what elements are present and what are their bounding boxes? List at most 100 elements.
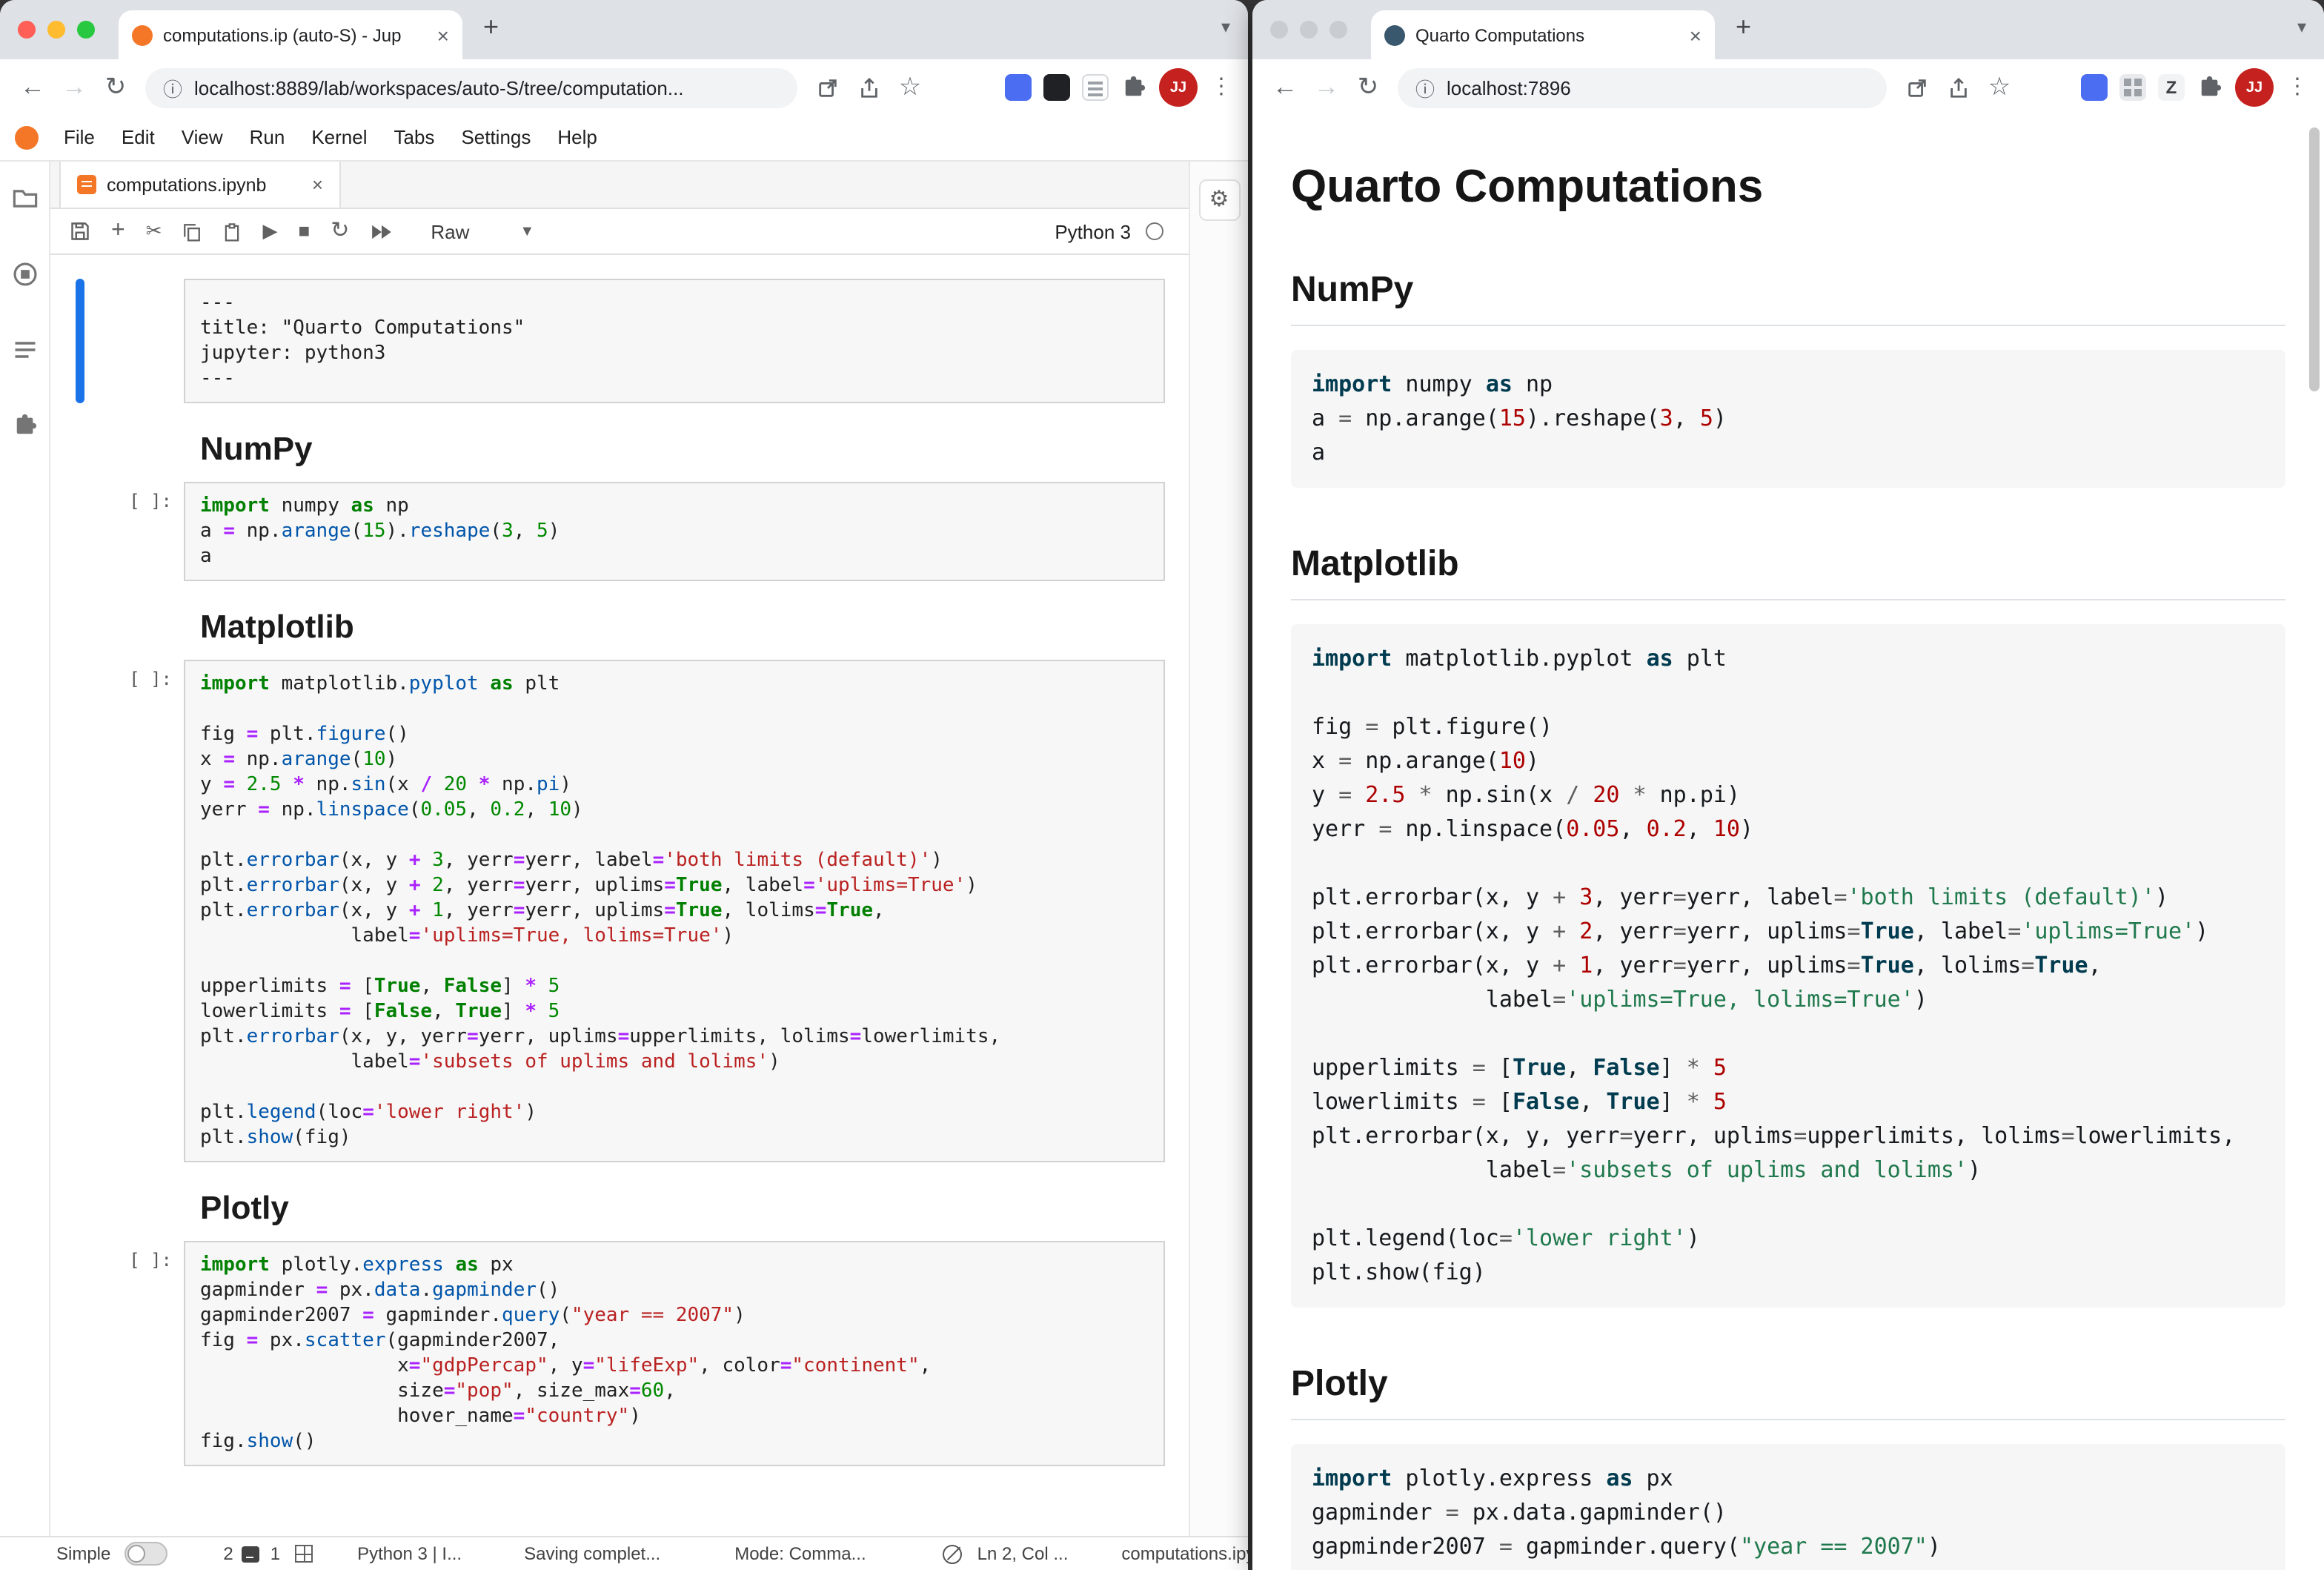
- code-line: y = 2.5 * np.sin(x / 20 * np.pi): [200, 772, 1149, 798]
- kernels-count[interactable]: 1: [270, 1543, 280, 1564]
- notebook-mode[interactable]: Mode: Comma...: [734, 1543, 866, 1564]
- interrupt-kernel-icon[interactable]: ■: [299, 219, 311, 243]
- notebook-tab[interactable]: computations.ipynb ×: [59, 162, 341, 208]
- cell-code-plotly[interactable]: [ ]: import plotly.express as pxgapminde…: [76, 1241, 1165, 1466]
- new-tab-button[interactable]: +: [483, 12, 499, 43]
- copy-cell-icon[interactable]: [183, 222, 202, 241]
- cell-editor[interactable]: import plotly.express as pxgapminder = p…: [184, 1241, 1165, 1466]
- settings-gear-icon[interactable]: ⚙: [1198, 179, 1240, 221]
- paste-cell-icon[interactable]: [223, 222, 242, 241]
- extension-icon-blue[interactable]: [2081, 74, 2108, 101]
- menu-item[interactable]: File: [50, 126, 108, 148]
- close-tab-icon[interactable]: ×: [1690, 24, 1702, 45]
- page-scrollbar[interactable]: [2309, 127, 2320, 391]
- tab-search-chevron-icon[interactable]: ▾: [2297, 16, 2306, 37]
- restart-run-all-icon[interactable]: [370, 223, 392, 239]
- browser-menu-icon[interactable]: ⋮: [1209, 70, 1233, 105]
- extension-icon-dark[interactable]: [1043, 74, 1070, 101]
- fullscreen-window-button[interactable]: [1329, 21, 1347, 39]
- save-icon[interactable]: [70, 221, 90, 242]
- bookmark-star-icon[interactable]: ☆: [1982, 70, 2017, 105]
- open-in-new-icon[interactable]: [809, 70, 845, 105]
- share-icon[interactable]: [1940, 70, 1976, 105]
- profile-avatar[interactable]: JJ: [1159, 68, 1198, 107]
- reload-button[interactable]: ↻: [98, 70, 133, 105]
- back-button[interactable]: ←: [15, 70, 50, 105]
- page-title: Quarto Computations: [1291, 160, 2285, 213]
- forward-button[interactable]: →: [1309, 70, 1344, 105]
- browser-menu-icon[interactable]: ⋮: [2285, 70, 2309, 105]
- address-bar[interactable]: ⓘ localhost:7896: [1398, 67, 1887, 107]
- cell-code-matplotlib[interactable]: [ ]: import matplotlib.pyplot as plt fig…: [76, 660, 1165, 1162]
- open-in-new-icon[interactable]: [1899, 70, 1934, 105]
- code-line: fig = plt.figure(): [1312, 710, 2265, 744]
- menu-item[interactable]: Run: [236, 126, 299, 148]
- section-heading-matplotlib: Matplotlib: [1291, 544, 2285, 600]
- close-notebook-tab-icon[interactable]: ×: [312, 173, 323, 196]
- cell-code-numpy[interactable]: [ ]: import numpy as npa = np.arange(15)…: [76, 482, 1165, 581]
- back-button[interactable]: ←: [1267, 70, 1303, 105]
- menu-item[interactable]: Edit: [108, 126, 168, 148]
- address-bar[interactable]: ⓘ localhost:8889/lab/workspaces/auto-S/t…: [145, 67, 797, 107]
- fullscreen-window-button[interactable]: [77, 21, 95, 39]
- tab-search-chevron-icon[interactable]: ▾: [1221, 16, 1230, 37]
- kernel-sessions-icon[interactable]: [295, 1545, 313, 1563]
- extension-icon-grid[interactable]: [2119, 74, 2146, 101]
- reload-button[interactable]: ↻: [1350, 70, 1386, 105]
- new-tab-button[interactable]: +: [1736, 12, 1751, 43]
- add-cell-icon[interactable]: +: [111, 219, 125, 243]
- kernel-indicator[interactable]: Python 3: [1055, 220, 1163, 242]
- extension-manager-icon[interactable]: [11, 412, 38, 446]
- cell-editor[interactable]: import numpy as npa = np.arange(15).resh…: [184, 482, 1165, 581]
- browser-tab-quarto[interactable]: Quarto Computations ×: [1371, 10, 1715, 59]
- close-window-button[interactable]: [18, 21, 36, 39]
- extension-icon-blue[interactable]: [1005, 74, 1032, 101]
- minimize-window-button[interactable]: [1300, 21, 1318, 39]
- terminal-icon: [242, 1546, 260, 1562]
- code-line: plt.show(fig): [1312, 1256, 2265, 1290]
- extension-icon-z[interactable]: Z: [2158, 74, 2185, 101]
- run-cell-icon[interactable]: ▶: [263, 219, 278, 243]
- terminals-count[interactable]: 2: [223, 1543, 233, 1564]
- site-info-icon[interactable]: ⓘ: [1415, 73, 1435, 102]
- close-tab-icon[interactable]: ×: [437, 24, 449, 45]
- running-kernels-icon[interactable]: [11, 261, 38, 295]
- menu-item[interactable]: View: [168, 126, 236, 148]
- browser-tab-jupyter[interactable]: computations.ip (auto-S) - Jup ×: [119, 10, 462, 59]
- code-line: import plotly.express as px: [1312, 1462, 2265, 1496]
- forward-button[interactable]: →: [56, 70, 92, 105]
- cell-markdown-matplotlib[interactable]: Matplotlib: [76, 594, 1165, 646]
- cut-cell-icon[interactable]: ✂: [146, 219, 162, 243]
- extensions-puzzle-icon[interactable]: [2197, 74, 2223, 101]
- kernel-status[interactable]: Python 3 | I...: [357, 1543, 462, 1564]
- minimize-window-button[interactable]: [47, 21, 65, 39]
- close-window-button[interactable]: [1270, 21, 1288, 39]
- menu-item[interactable]: Tabs: [381, 126, 448, 148]
- cell-markdown-plotly[interactable]: Plotly: [76, 1176, 1165, 1228]
- table-of-contents-icon[interactable]: [11, 337, 38, 371]
- url-text: localhost:8889/lab/workspaces/auto-S/tre…: [194, 76, 684, 99]
- menu-item[interactable]: Kernel: [298, 126, 380, 148]
- cell-raw-frontmatter[interactable]: ---title: "Quarto Computations"jupyter: …: [76, 279, 1165, 403]
- site-info-icon[interactable]: ⓘ: [163, 73, 182, 102]
- restart-kernel-icon[interactable]: ↻: [331, 219, 349, 243]
- menu-item[interactable]: Settings: [448, 126, 544, 148]
- cursor-position[interactable]: Ln 2, Col ...: [977, 1543, 1069, 1564]
- cell-editor[interactable]: ---title: "Quarto Computations"jupyter: …: [184, 279, 1165, 403]
- share-icon[interactable]: [851, 70, 886, 105]
- bookmark-star-icon[interactable]: ☆: [892, 70, 928, 105]
- extension-icon-doc[interactable]: [1082, 74, 1109, 101]
- profile-avatar[interactable]: JJ: [2235, 68, 2274, 107]
- file-browser-icon[interactable]: [11, 185, 38, 219]
- cell-type-dropdown[interactable]: Raw ▼: [431, 220, 534, 242]
- code-block-matplotlib: import matplotlib.pyplot as plt fig = pl…: [1291, 624, 2285, 1308]
- browser-toolbar-right: ← → ↻ ⓘ localhost:7896 ☆ Z JJ: [1252, 59, 2324, 116]
- window-controls: [18, 21, 95, 39]
- extensions-puzzle-icon[interactable]: [1120, 74, 1147, 101]
- code-line: [200, 1075, 1149, 1100]
- menu-item[interactable]: Help: [544, 126, 611, 148]
- simple-mode-toggle[interactable]: [124, 1542, 167, 1566]
- cell-editor[interactable]: import matplotlib.pyplot as plt fig = pl…: [184, 660, 1165, 1162]
- chevron-down-icon: ▼: [519, 223, 534, 239]
- cell-markdown-numpy[interactable]: NumPy: [76, 417, 1165, 468]
